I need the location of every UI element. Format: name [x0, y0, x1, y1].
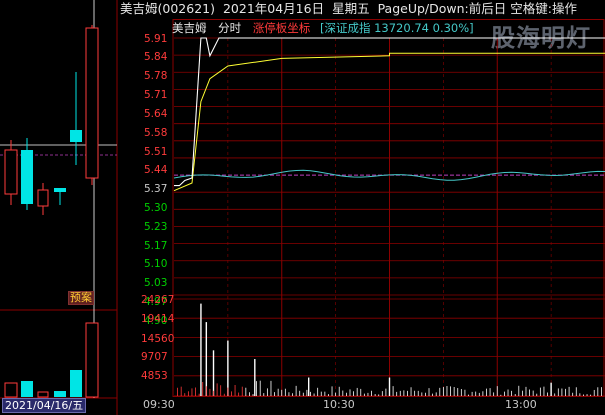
daily-candle — [4, 140, 18, 205]
daily-candle — [85, 25, 99, 185]
daily-volume-bar — [4, 382, 18, 398]
chart-stock-name: 美吉姆 — [172, 21, 207, 35]
daily-volume-bar — [37, 391, 49, 398]
intraday-chart[interactable] — [118, 19, 605, 415]
weekday: 星期五 — [332, 1, 370, 16]
time-tick: 10:30 — [323, 398, 355, 411]
daily-candle — [21, 138, 33, 210]
keyboard-hint: PageUp/Down:前后日 空格键:操作 — [377, 1, 577, 16]
chart-mode[interactable]: 分时 — [218, 21, 241, 35]
daily-volume-bar — [54, 391, 66, 397]
daily-candle — [37, 183, 49, 215]
daily-volume-bar — [85, 322, 99, 398]
selected-date-badge: 2021/04/16/五 — [2, 398, 87, 413]
price-tick: 5.23 — [144, 221, 168, 233]
volume-tick: 14560 — [141, 333, 175, 345]
index-info: [深证成指 13720.74 0.30%] — [319, 21, 474, 35]
stock-name-code: 美吉姆(002621) — [120, 1, 215, 16]
price-tick: 5.30 — [144, 202, 168, 214]
trade-date: 2021年04月16日 — [222, 1, 325, 16]
chart-frame — [172, 19, 605, 397]
daily-volume-bar — [21, 381, 33, 397]
price-tick: 5.78 — [144, 70, 168, 82]
volume-tick: 9707 — [141, 351, 168, 363]
price-tick: 5.64 — [144, 108, 168, 120]
price-tick: 5.44 — [144, 164, 168, 176]
price-tick: 5.03 — [144, 277, 168, 289]
volume-tick: 24267 — [141, 294, 175, 306]
daily-volume-bar — [70, 370, 82, 397]
price-tick: 5.58 — [144, 127, 168, 139]
limit-axis-toggle[interactable]: 涨停板坐标 — [253, 21, 311, 35]
price-tick: 5.71 — [144, 89, 168, 101]
title-bar: 美吉姆(002621) 2021年04月16日 星期五 PageUp/Down:… — [118, 0, 605, 19]
daily-kline-panel[interactable] — [0, 0, 118, 415]
time-tick: 09:30 — [143, 398, 175, 411]
price-tick: 5.17 — [144, 240, 168, 252]
time-tick: 13:00 — [505, 398, 537, 411]
volume-tick: 19414 — [141, 313, 175, 325]
price-tick: 5.51 — [144, 146, 168, 158]
plan-badge[interactable]: 预案 — [68, 291, 94, 305]
price-tick: 5.84 — [144, 51, 168, 63]
price-tick: 5.91 — [144, 33, 168, 45]
volume-tick: 4853 — [141, 370, 168, 382]
daily-candle — [54, 188, 66, 205]
price-tick: 5.10 — [144, 258, 168, 270]
chart-grid — [172, 19, 605, 397]
price-tick-prev-close: 5.37 — [144, 183, 168, 195]
chart-header: 美吉姆 分时 涨停板坐标 [深证成指 13720.74 0.30%] — [172, 21, 474, 35]
daily-candle — [70, 72, 82, 165]
